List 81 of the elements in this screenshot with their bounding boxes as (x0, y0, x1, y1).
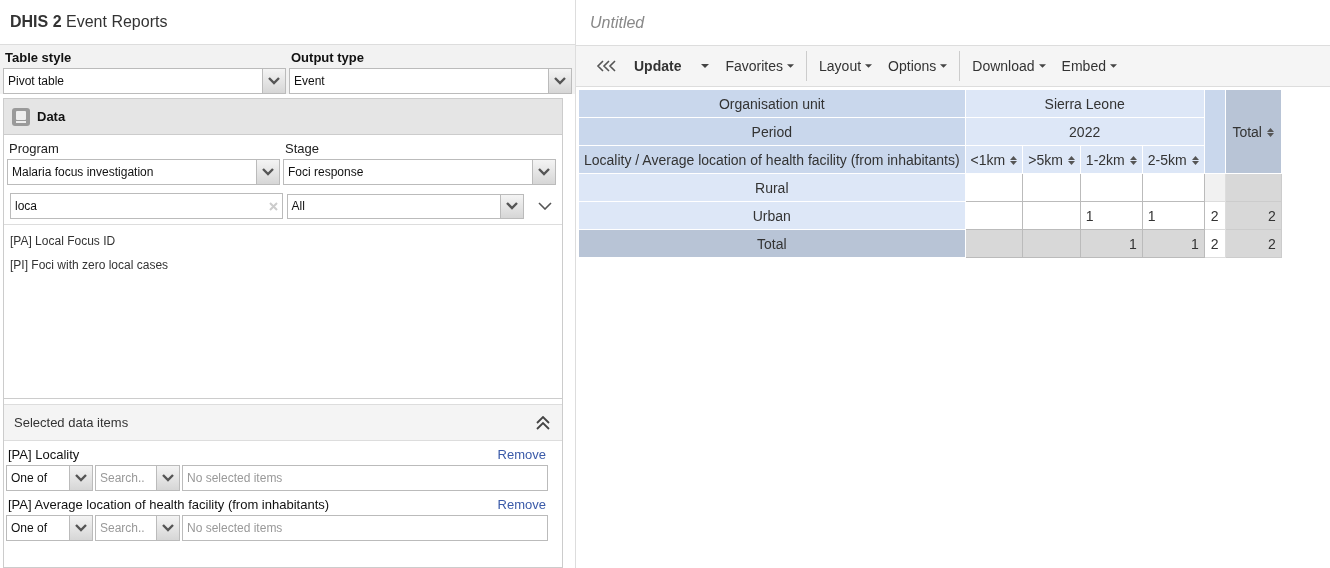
update-button[interactable]: Update (628, 54, 716, 78)
caret-icon (268, 77, 280, 85)
caret-icon (554, 77, 566, 85)
caret-icon (75, 474, 87, 482)
sort-icon (1010, 155, 1018, 165)
caret-icon (506, 202, 518, 210)
header-cell: Period (578, 117, 966, 146)
header-cell: Total (1225, 89, 1282, 174)
table-style-select[interactable]: Pivot table (3, 68, 286, 94)
header-cell[interactable]: 2-5km (1142, 145, 1205, 174)
header-cell[interactable]: <1km (965, 145, 1023, 174)
data-item-name: [PA] Locality (8, 447, 80, 462)
favorite-title: Untitled (590, 13, 645, 32)
table-cell (965, 173, 1023, 202)
caret-icon (75, 524, 87, 532)
caret-icon (262, 168, 274, 176)
stage-select[interactable]: Foci response (283, 159, 556, 185)
caret-icon (865, 64, 873, 68)
sort-icon (1191, 155, 1199, 165)
type-filter-select[interactable]: All (286, 193, 524, 219)
table-cell (1022, 229, 1081, 258)
clear-icon (268, 201, 278, 211)
header-cell: Organisation unit (578, 89, 966, 118)
table-cell: 1 (1080, 229, 1143, 258)
table-cell (1022, 201, 1081, 230)
table-cell (1022, 173, 1081, 202)
remove-link[interactable]: Remove (497, 447, 546, 462)
panel-title: Selected data items (14, 415, 129, 430)
caret-icon (538, 168, 550, 176)
chevron-down-icon[interactable] (538, 202, 552, 210)
operator-select[interactable]: One of (6, 465, 93, 491)
caret-icon (701, 64, 710, 68)
caret-icon (162, 524, 174, 532)
app-title: DHIS 2 Event Reports (10, 13, 168, 31)
table-cell: 1 (1142, 201, 1205, 230)
row-header-cell: Urban (578, 201, 966, 230)
caret-icon (787, 64, 795, 68)
operator-select[interactable]: One of (6, 515, 93, 541)
sort-icon (1266, 127, 1274, 137)
header-cell: Locality / Average location of health facility (from inhabitants) (578, 145, 966, 174)
caret-icon (940, 64, 948, 68)
data-item[interactable]: [PA] Local Focus ID (10, 229, 556, 253)
row-header-cell: Rural (578, 173, 966, 202)
header-cell[interactable]: >5km (1022, 145, 1081, 174)
menu-button[interactable]: Download (966, 54, 1052, 78)
row-header-cell: Total (578, 229, 966, 258)
table-cell (965, 201, 1023, 230)
table-cell (965, 229, 1023, 258)
table-cell (1225, 173, 1282, 202)
caret-icon (1109, 64, 1117, 68)
search-field[interactable]: loca (10, 193, 283, 219)
menu-button[interactable]: Embed (1055, 54, 1123, 78)
output-type-select[interactable]: Event (289, 68, 572, 94)
table-cell: 1 (1142, 229, 1205, 258)
header-cell: Sierra Leone (965, 89, 1205, 118)
double-chevron-left-icon (596, 60, 618, 72)
caret-icon (162, 474, 174, 482)
menu-button[interactable]: Favorites (719, 54, 801, 78)
remove-link[interactable]: Remove (497, 497, 546, 512)
field-label: Stage (284, 140, 320, 158)
menu-button[interactable]: Layout (813, 54, 879, 78)
table-cell: 2 (1225, 229, 1282, 258)
caret-icon (1038, 64, 1046, 68)
program-select[interactable]: Malaria focus investigation (7, 159, 280, 185)
double-chevron-up-icon[interactable] (536, 415, 550, 430)
menu-button[interactable]: Options (882, 54, 954, 78)
table-cell (1080, 173, 1143, 202)
data-item[interactable]: [PI] Foci with zero local cases (10, 253, 556, 277)
table-cell: 1 (1080, 201, 1143, 230)
panel-title: Data (37, 109, 66, 124)
data-icon (12, 107, 30, 126)
sort-icon (1067, 155, 1075, 165)
table-cell: 2 (1225, 201, 1282, 230)
data-item-name: [PA] Average location of health facility (from inhabitants) (8, 497, 330, 512)
sort-icon (1129, 155, 1137, 165)
table-cell (1142, 173, 1205, 202)
header-cell[interactable]: 1-2km (1080, 145, 1143, 174)
field-label: Output type (290, 49, 365, 67)
field-label: Program (8, 140, 60, 158)
header-cell: 2022 (965, 117, 1205, 146)
field-label: Table style (4, 49, 73, 67)
